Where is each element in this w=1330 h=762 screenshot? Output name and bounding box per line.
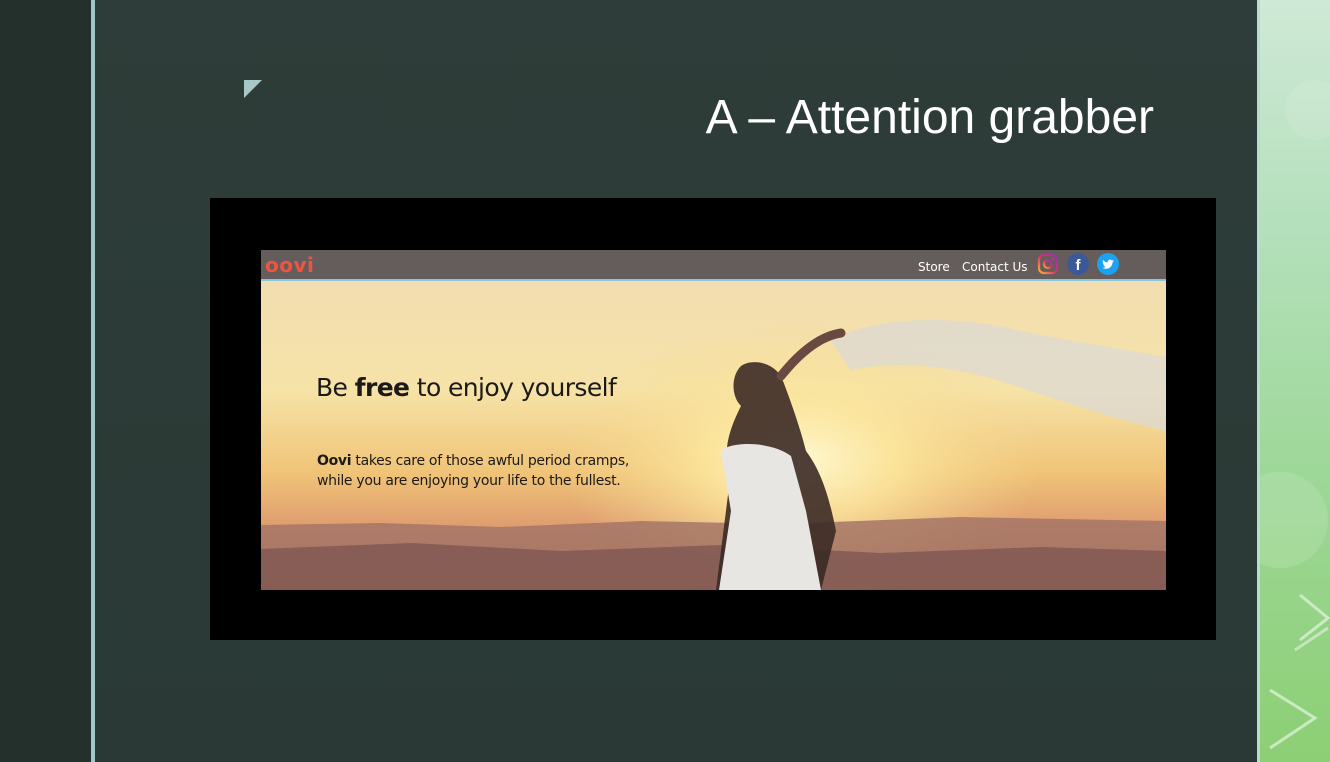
- left-decorative-band: [0, 0, 91, 762]
- oovi-logo[interactable]: oovi: [265, 253, 314, 277]
- right-decorative-band: [1260, 0, 1330, 762]
- nav-link-contact-us[interactable]: Contact Us: [962, 260, 1028, 274]
- headline-pre: Be: [316, 373, 355, 402]
- slide-title: A – Attention grabber: [705, 91, 1154, 144]
- nav-link-store[interactable]: Store: [918, 260, 950, 274]
- facebook-icon[interactable]: f: [1066, 252, 1090, 276]
- body-line2: while you are enjoying your life to the …: [317, 473, 621, 489]
- website-screenshot: oovi Store Contact Us f Be free to enjoy…: [261, 250, 1166, 590]
- headline-post: to enjoy yourself: [409, 373, 617, 402]
- corner-mark: [244, 80, 262, 98]
- hero-banner: Be free to enjoy yourself Oovi takes car…: [261, 281, 1166, 590]
- twitter-icon[interactable]: [1096, 252, 1120, 276]
- body-brand: Oovi: [317, 453, 352, 469]
- hero-photo: [261, 281, 1166, 590]
- hero-headline: Be free to enjoy yourself: [316, 373, 617, 402]
- website-navbar: oovi Store Contact Us f: [261, 250, 1166, 281]
- headline-bold: free: [354, 373, 410, 402]
- body-line1: takes care of those awful period cramps,: [351, 453, 629, 469]
- instagram-icon[interactable]: [1036, 252, 1060, 276]
- hero-body-text: Oovi takes care of those awful period cr…: [317, 451, 629, 491]
